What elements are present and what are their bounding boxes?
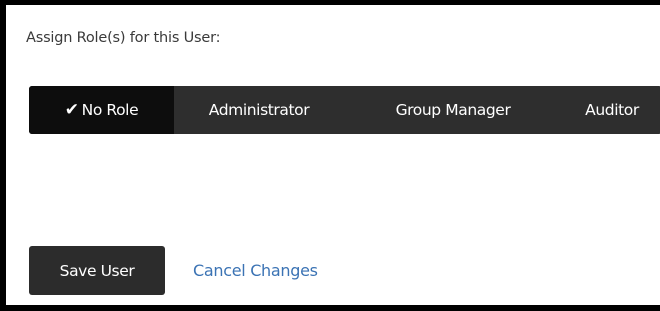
cancel-changes-link[interactable]: Cancel Changes	[193, 261, 318, 280]
assign-roles-label: Assign Role(s) for this User:	[26, 30, 221, 46]
role-option-group-manager[interactable]: Group Manager	[344, 86, 562, 134]
role-option-administrator[interactable]: Administrator	[174, 86, 344, 134]
role-option-auditor[interactable]: Auditor	[562, 86, 660, 134]
role-option-label: Group Manager	[395, 101, 511, 119]
checkmark-icon: ✔	[64, 99, 79, 120]
role-option-label: Auditor	[585, 101, 639, 119]
user-role-panel: Assign Role(s) for this User: ✔ No Role …	[0, 0, 660, 311]
role-option-no-role[interactable]: ✔ No Role	[29, 86, 174, 134]
save-user-button[interactable]: Save User	[29, 246, 165, 295]
role-option-label: Administrator	[208, 101, 310, 119]
role-selector: ✔ No Role Administrator Group Manager Au…	[29, 86, 660, 134]
role-option-label: No Role	[81, 101, 139, 119]
